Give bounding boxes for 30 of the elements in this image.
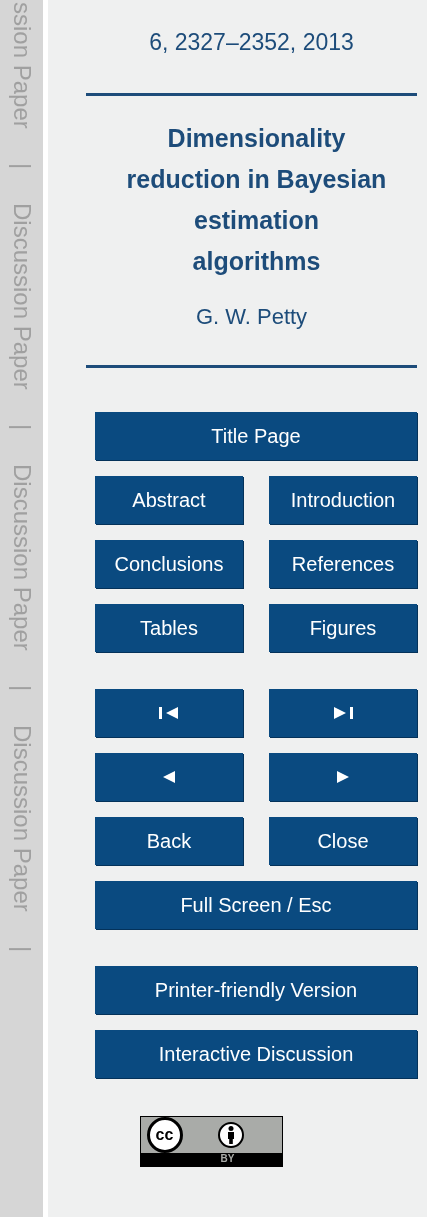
- nav-button[interactable]: Conclusions: [95, 539, 243, 588]
- nav-button[interactable]: [269, 688, 417, 737]
- nav-button[interactable]: [95, 688, 243, 737]
- nav-button[interactable]: Printer-friendly Version: [95, 965, 417, 1014]
- margin-label: |: [9, 684, 34, 691]
- first-page-icon: [159, 705, 179, 720]
- journal-reference: 6, 2327–2352, 2013: [148, 28, 355, 57]
- author-name: G. W. Petty: [194, 302, 309, 331]
- nav-button[interactable]: Tables: [95, 603, 243, 652]
- next-icon: [337, 770, 349, 783]
- nav-button[interactable]: Introduction: [269, 475, 417, 524]
- previous-icon: [163, 770, 175, 783]
- person-icon: [217, 1121, 244, 1148]
- nav-button[interactable]: Full Screen / Esc: [95, 880, 417, 929]
- cc-logo: cc: [146, 1116, 183, 1153]
- last-page-icon: [333, 705, 353, 720]
- nav-button[interactable]: [269, 752, 417, 801]
- nav-button[interactable]: Close: [269, 816, 417, 865]
- nav-button[interactable]: Title Page: [95, 411, 417, 460]
- margin-label: |: [9, 423, 34, 430]
- nav-button[interactable]: Figures: [269, 603, 417, 652]
- by-label: BY: [220, 1154, 235, 1165]
- nav-button[interactable]: Interactive Discussion: [95, 1029, 417, 1078]
- margin-label: |: [9, 945, 34, 952]
- nav-button[interactable]: Abstract: [95, 475, 243, 524]
- nav-button[interactable]: [95, 752, 243, 801]
- nav-button[interactable]: Back: [95, 816, 243, 865]
- margin-label: |: [9, 162, 34, 169]
- nav-button[interactable]: References: [269, 539, 417, 588]
- paper-title: Dimensionality reduction in Bayesian estimation algorithms: [125, 122, 388, 277]
